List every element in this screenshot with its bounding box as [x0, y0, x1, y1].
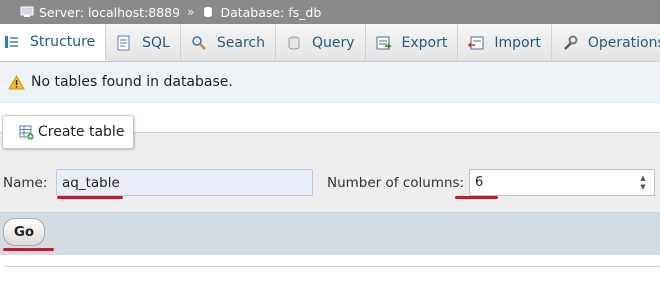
database-icon [204, 6, 213, 18]
tab-bar: Structure SQL Search Query Export Import… [0, 24, 660, 62]
tab-operations-label: Operations [587, 34, 660, 51]
tab-search-label: Search [216, 34, 265, 51]
number-of-columns-input[interactable]: 6 ▲ ▼ [469, 169, 655, 196]
number-of-columns-label: Number of columns: [327, 175, 465, 191]
tab-query-label: Query [311, 34, 355, 51]
tab-sql-label: SQL [142, 34, 170, 51]
sql-icon [117, 35, 130, 50]
breadcrumb-server-link[interactable]: Server: localhost:8889 [20, 5, 180, 20]
divider [4, 266, 660, 267]
number-spinner[interactable]: ▲ ▼ [638, 174, 648, 191]
query-icon [288, 36, 300, 49]
server-icon [20, 6, 34, 17]
tab-import[interactable]: Import [458, 24, 552, 61]
tab-export[interactable]: Export [365, 24, 459, 61]
table-name-input[interactable] [56, 169, 313, 196]
tab-operations[interactable]: Operations [551, 24, 660, 61]
import-icon [468, 36, 484, 49]
table-name-label: Name: [3, 175, 48, 191]
breadcrumb-database-link[interactable]: Database: fs_db [201, 5, 321, 20]
number-of-columns-value: 6 [475, 175, 484, 190]
annotation-underline-columns [455, 196, 498, 199]
tab-export-label: Export [401, 34, 448, 51]
tab-query[interactable]: Query [275, 24, 366, 61]
breadcrumb-server-label: Server: localhost:8889 [39, 4, 181, 20]
annotation-underline-name [57, 196, 123, 199]
create-table-legend-label: Create table [38, 124, 125, 140]
tab-search[interactable]: Search [180, 24, 276, 61]
spinner-up-icon[interactable]: ▲ [640, 174, 645, 182]
tab-sql[interactable]: SQL [106, 24, 181, 61]
create-table-icon [19, 125, 34, 140]
breadcrumb: Server: localhost:8889 » Database: fs_db [0, 0, 660, 24]
annotation-underline-go [3, 248, 54, 251]
tab-structure-label: Structure [30, 34, 96, 50]
warning-icon [8, 74, 25, 89]
go-button[interactable]: Go [3, 218, 45, 246]
create-table-legend: Create table [2, 115, 134, 149]
tab-structure[interactable]: Structure [0, 24, 107, 61]
spinner-down-icon[interactable]: ▼ [640, 183, 645, 191]
form-footer [0, 212, 660, 255]
operations-icon [563, 35, 578, 50]
notice-no-tables: No tables found in database. [0, 62, 660, 103]
structure-icon [5, 36, 18, 48]
breadcrumb-separator: » [187, 5, 195, 19]
search-icon [192, 35, 206, 50]
tab-import-label: Import [494, 34, 541, 51]
breadcrumb-database-label: Database: fs_db [220, 4, 322, 20]
notice-text: No tables found in database. [31, 74, 233, 90]
export-icon [376, 36, 392, 49]
